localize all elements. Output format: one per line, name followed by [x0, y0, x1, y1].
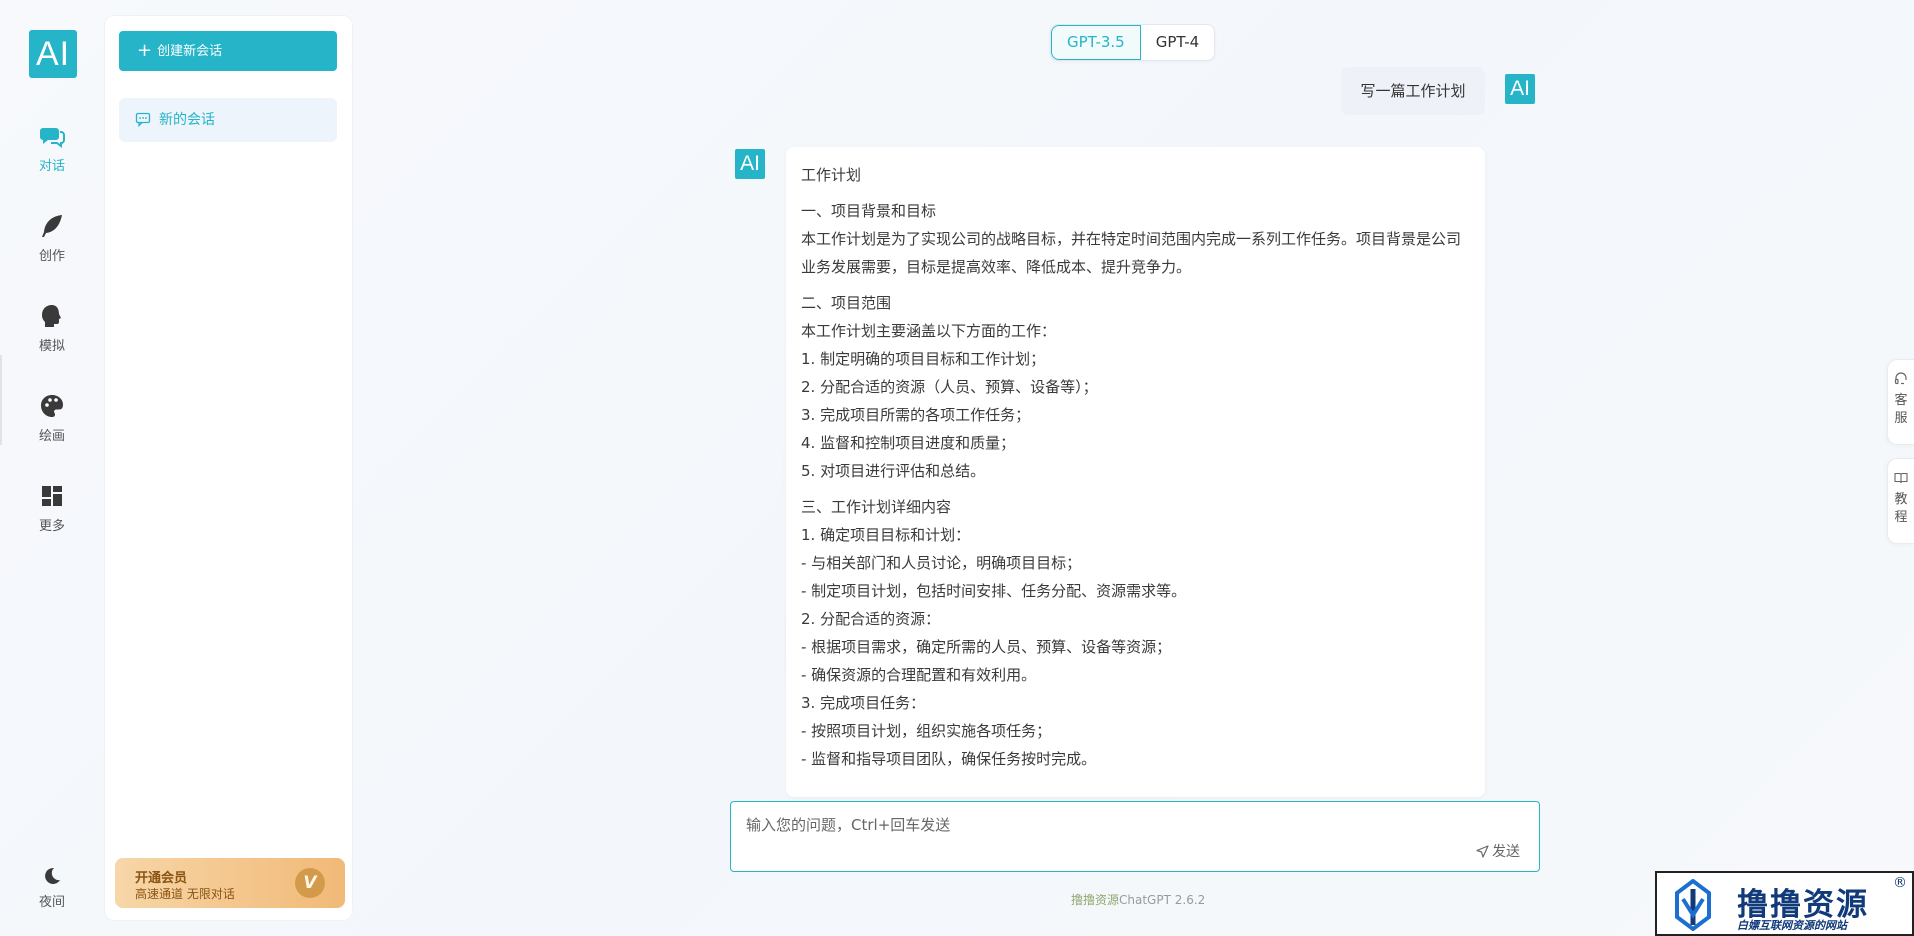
footer-version: 撸撸资源ChatGPT 2.6.2 [1071, 891, 1205, 908]
night-mode-toggle[interactable]: 夜间 [0, 866, 104, 936]
answer-line: - 按照项目计划，组织实施各项任务； [801, 722, 1052, 740]
vip-banner[interactable]: 开通会员 高速通道 无限对话 V [115, 858, 345, 908]
answer-section-1: 一、项目背景和目标 本工作计划是为了实现公司的战略目标，并在特定时间范围内完成一… [801, 197, 1470, 281]
side-tab-label: 教程 [1894, 492, 1908, 525]
watermark-registered: ® [1893, 875, 1907, 891]
grid-icon [38, 482, 66, 510]
new-chat-label: 创建新会话 [157, 44, 223, 59]
answer-line: - 与相关部门和人员讨论，明确项目目标； [801, 554, 1082, 572]
answer-line: 4. 监督和控制项目进度和质量； [801, 434, 1016, 452]
answer-line: - 确保资源的合理配置和有效利用。 [801, 666, 1037, 684]
answer-line: 5. 对项目进行评估和总结。 [801, 462, 986, 480]
new-chat-button[interactable]: + 创建新会话 [119, 31, 337, 71]
vip-subtitle: 高速通道 无限对话 [135, 887, 235, 901]
answer-line: 三、工作计划详细内容 [801, 498, 952, 516]
app-logo: AI [29, 30, 77, 78]
rail-item-label: 更多 [38, 519, 65, 534]
book-icon [1894, 472, 1908, 484]
assistant-avatar: AI [735, 149, 765, 179]
left-rail: AI 对话 创作 模拟 绘画 更多 夜间 [0, 0, 104, 936]
watermark-mark-icon [1675, 879, 1711, 931]
palette-icon [38, 392, 66, 420]
vip-title: 开通会员 [135, 871, 188, 886]
send-icon [1476, 845, 1489, 858]
rail-item-label: 对话 [38, 159, 65, 174]
answer-line: 一、项目背景和目标 [801, 202, 937, 220]
model-switch: GPT-3.5 GPT-4 [1050, 24, 1216, 61]
head-icon [38, 302, 66, 330]
rail-item-draw[interactable]: 绘画 [0, 392, 104, 462]
feather-icon [38, 212, 66, 240]
conversation-sidebar: + 创建新会话 新的会话 开通会员 高速通道 无限对话 V [104, 15, 353, 921]
rail-item-label: 绘画 [38, 429, 65, 444]
answer-section-3: 三、工作计划详细内容 1. 确定项目目标和计划： - 与相关部门和人员讨论，明确… [801, 493, 1470, 773]
chat-icon [38, 122, 66, 150]
answer-line: 二、项目范围 [801, 294, 892, 312]
footer-version-text: ChatGPT 2.6.2 [1119, 893, 1206, 907]
vip-badge-icon: V [295, 868, 325, 898]
assistant-message: 工作计划 一、项目背景和目标 本工作计划是为了实现公司的战略目标，并在特定时间范… [786, 147, 1485, 797]
rail-item-chat[interactable]: 对话 [0, 122, 104, 192]
answer-line: - 监督和指导项目团队，确保任务按时完成。 [801, 750, 1097, 768]
watermark-logo: 撸撸资源 白嫖互联网资源的网站 ® [1655, 871, 1914, 936]
rail-item-label: 创作 [38, 249, 65, 264]
answer-line: 本工作计划主要涵盖以下方面的工作： [801, 322, 1057, 340]
side-tab-tutorial[interactable]: 教程 [1887, 458, 1914, 544]
send-label: 发送 [1492, 844, 1520, 860]
watermark-subtitle: 白嫖互联网资源的网站 [1737, 919, 1847, 932]
model-option-gpt4[interactable]: GPT-4 [1141, 25, 1214, 60]
rail-item-label: 模拟 [38, 339, 65, 354]
user-avatar: AI [1505, 74, 1535, 104]
answer-line: 1. 制定明确的项目目标和工作计划； [801, 350, 1046, 368]
answer-line: 3. 完成项目任务： [801, 694, 926, 712]
answer-title: 工作计划 [801, 166, 862, 184]
footer-brand: 撸撸资源 [1071, 893, 1120, 907]
moon-icon [42, 866, 62, 886]
left-edge-divider [0, 355, 2, 445]
answer-line: 1. 确定项目目标和计划： [801, 526, 971, 544]
rail-item-create[interactable]: 创作 [0, 212, 104, 282]
headset-icon [1894, 372, 1907, 385]
plus-icon: + [137, 40, 153, 61]
conversation-label: 新的会话 [159, 112, 215, 128]
answer-line: - 制定项目计划，包括时间安排、任务分配、资源需求等。 [801, 582, 1187, 600]
side-tab-support[interactable]: 客服 [1887, 359, 1914, 445]
answer-section-2: 二、项目范围 本工作计划主要涵盖以下方面的工作： 1. 制定明确的项目目标和工作… [801, 289, 1470, 485]
user-message: 写一篇工作计划 [1341, 67, 1485, 115]
night-mode-label: 夜间 [38, 895, 65, 910]
message-icon [135, 112, 151, 128]
rail-item-more[interactable]: 更多 [0, 482, 104, 552]
answer-line: 2. 分配合适的资源（人员、预算、设备等）； [801, 378, 1098, 396]
rail-item-simulate[interactable]: 模拟 [0, 302, 104, 372]
answer-line: 2. 分配合适的资源： [801, 610, 941, 628]
answer-line: 3. 完成项目所需的各项工作任务； [801, 406, 1031, 424]
chat-input-box: 发送 [730, 801, 1540, 872]
answer-line: - 根据项目需求，确定所需的人员、预算、设备等资源； [801, 638, 1172, 656]
send-button[interactable]: 发送 [1476, 841, 1520, 861]
chat-input[interactable] [731, 802, 1539, 871]
model-option-gpt35[interactable]: GPT-3.5 [1051, 25, 1141, 60]
side-tab-label: 客服 [1894, 393, 1908, 426]
answer-line: 本工作计划是为了实现公司的战略目标，并在特定时间范围内完成一系列工作任务。项目背… [801, 230, 1462, 276]
conversation-item[interactable]: 新的会话 [119, 98, 337, 142]
